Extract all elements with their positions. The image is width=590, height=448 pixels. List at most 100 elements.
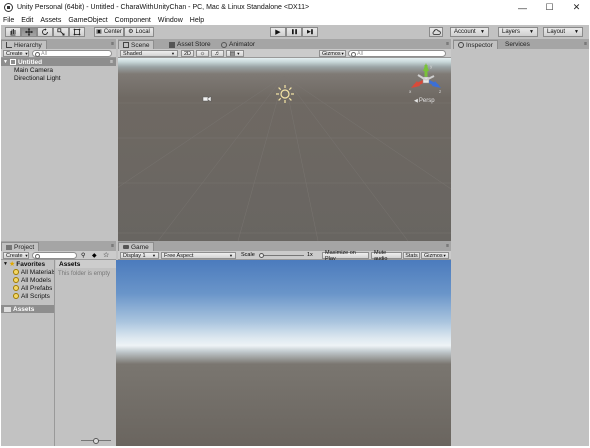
favorite-item[interactable]: All Scripts [1, 292, 54, 300]
saved-search-icon [13, 285, 19, 291]
pivot-rotation-toggle[interactable]: ⚙ Local [124, 27, 154, 37]
scale-tool-button[interactable] [53, 27, 69, 37]
2d-mode-toggle[interactable]: 2D [181, 50, 194, 57]
search-by-type-icon[interactable]: ⚲ [81, 252, 85, 259]
shading-mode-dropdown[interactable]: Shaded ▼ [120, 50, 178, 57]
hierarchy-list: ▼ Untitled ≡ Main Camera Directional Lig… [1, 58, 116, 241]
collab-cloud-button[interactable] [429, 27, 443, 37]
aspect-label: Free Aspect [164, 252, 194, 259]
foldout-arrow-icon[interactable]: ▼ [3, 261, 8, 267]
hand-tool-button[interactable] [5, 27, 21, 37]
game-viewport[interactable] [116, 260, 451, 446]
favorites-label: Favorites [16, 260, 46, 268]
camera-gizmo-icon[interactable] [202, 95, 212, 103]
layout-label: Layout [547, 29, 566, 35]
scene-lighting-toggle[interactable]: ☼ [196, 50, 209, 57]
pivot-label: Center [103, 29, 122, 35]
display-dropdown[interactable]: Display 1 ▼ [120, 252, 159, 259]
scene-row[interactable]: ▼ Untitled ≡ [1, 58, 116, 66]
scale-slider-thumb[interactable] [259, 253, 264, 258]
panel-options-icon[interactable]: ≡ [111, 41, 114, 47]
tab-project[interactable]: Project [1, 242, 40, 251]
scene-effects-dropdown[interactable]: ▤ ▼ [226, 50, 244, 57]
rotate-tool-button[interactable] [37, 27, 53, 37]
menu-assets[interactable]: Assets [40, 17, 61, 24]
favorite-item[interactable]: All Materials [1, 268, 54, 276]
tab-scene[interactable]: Scene [118, 40, 155, 49]
favorite-label: All Scripts [21, 292, 50, 300]
hierarchy-tabstrip: Hierarchy ≡ [1, 39, 116, 49]
tab-services[interactable]: Services [501, 40, 534, 49]
foldout-arrow-icon[interactable]: ▼ [3, 59, 8, 65]
icon-size-slider[interactable] [81, 438, 111, 444]
inspector-body [453, 49, 589, 446]
tab-hierarchy[interactable]: Hierarchy [1, 40, 47, 49]
step-button[interactable]: ▶❚ [302, 27, 318, 37]
favorite-label: All Materials [20, 268, 54, 276]
stats-toggle[interactable]: Stats [403, 252, 420, 259]
maximize-on-play-toggle[interactable]: Maximize on Play [322, 250, 369, 262]
pause-button[interactable]: ❚❚ [286, 27, 302, 37]
scene-options-icon[interactable]: ≡ [110, 59, 113, 65]
saved-search-icon [13, 277, 19, 283]
hierarchy-search-input[interactable]: All [32, 50, 112, 57]
panel-options-icon[interactable]: ≡ [446, 243, 449, 249]
project-create-dropdown[interactable]: Create ▼ [3, 252, 29, 259]
assets-folder-row[interactable]: Assets [1, 305, 54, 313]
tab-inspector[interactable]: Inspector [453, 40, 498, 49]
menu-window[interactable]: Window [158, 17, 183, 24]
aspect-dropdown[interactable]: Free Aspect ▼ [161, 252, 236, 259]
rect-tool-button[interactable] [69, 27, 85, 37]
tab-game[interactable]: Game [118, 242, 154, 251]
pivot-center-toggle[interactable]: ▣ Center [94, 27, 124, 37]
layout-dropdown[interactable]: Layout ▼ [543, 27, 583, 37]
sun-small-icon: ☼ [199, 50, 206, 57]
account-dropdown[interactable]: Account ▼ [450, 27, 489, 37]
hierarchy-item[interactable]: Main Camera [1, 66, 116, 74]
close-button[interactable]: ✕ [563, 0, 590, 15]
panel-options-icon[interactable]: ≡ [111, 243, 114, 249]
scene-gizmos-dropdown[interactable]: Gizmos ▼ [319, 50, 346, 57]
play-button[interactable]: ▶ [270, 27, 286, 37]
move-tool-button[interactable] [21, 27, 37, 37]
menu-edit[interactable]: Edit [21, 17, 33, 24]
tab-asset-store[interactable]: Asset Store [165, 40, 215, 49]
hierarchy-item[interactable]: Directional Light [1, 74, 116, 82]
project-panel: Project ≡ Create ▼ ⚲ ◆ ☆ ▼ ★ Favorites A… [1, 241, 116, 446]
favorite-item[interactable]: All Prefabs [1, 284, 54, 292]
orientation-gizmo[interactable]: y x z [408, 62, 444, 98]
panel-options-icon[interactable]: ≡ [584, 41, 587, 47]
menu-component[interactable]: Component [115, 17, 151, 24]
panel-options-icon[interactable]: ≡ [446, 41, 449, 47]
project-search-input[interactable] [32, 252, 77, 259]
menu-file[interactable]: File [3, 17, 14, 24]
layers-dropdown[interactable]: Layers ▼ [498, 27, 538, 37]
menu-help[interactable]: Help [190, 17, 204, 24]
layers-label: Layers [502, 29, 521, 35]
tab-animator[interactable]: Animator [217, 40, 259, 49]
gizmos-label: Gizmos [322, 50, 341, 57]
scale-slider[interactable] [259, 253, 304, 258]
maximize-button[interactable]: ☐ [536, 0, 563, 15]
favorite-item[interactable]: All Models [1, 276, 54, 284]
scene-viewport[interactable]: y x z ◀ Persp [118, 58, 451, 241]
scale-label: Scale [241, 252, 255, 258]
projection-toggle[interactable]: ◀ Persp [414, 98, 435, 104]
inspector-tabstrip: Inspector Services ≡ [453, 39, 589, 49]
scene-search-input[interactable]: All [348, 50, 446, 57]
favorite-star-icon[interactable]: ☆ [103, 251, 109, 259]
favorites-row[interactable]: ▼ ★ Favorites [1, 260, 54, 269]
mute-audio-toggle[interactable]: Mute audio [371, 250, 402, 262]
game-gizmos-dropdown[interactable]: Gizmos ▼ [421, 252, 449, 259]
scene-audio-toggle[interactable]: ♬ [211, 50, 224, 57]
hierarchy-create-dropdown[interactable]: Create ▼ [3, 50, 29, 57]
project-breadcrumb[interactable]: Assets [56, 260, 116, 268]
minimize-button[interactable]: — [509, 0, 536, 15]
space-label: Local [135, 29, 150, 35]
project-contents: Assets This folder is empty [56, 260, 116, 446]
account-label: Account [454, 29, 476, 35]
search-by-label-icon[interactable]: ◆ [92, 252, 97, 259]
menu-gameobject[interactable]: GameObject [68, 17, 107, 24]
dropdown-arrow-icon: ▼ [229, 253, 233, 258]
directional-light-gizmo-icon[interactable] [275, 84, 295, 104]
